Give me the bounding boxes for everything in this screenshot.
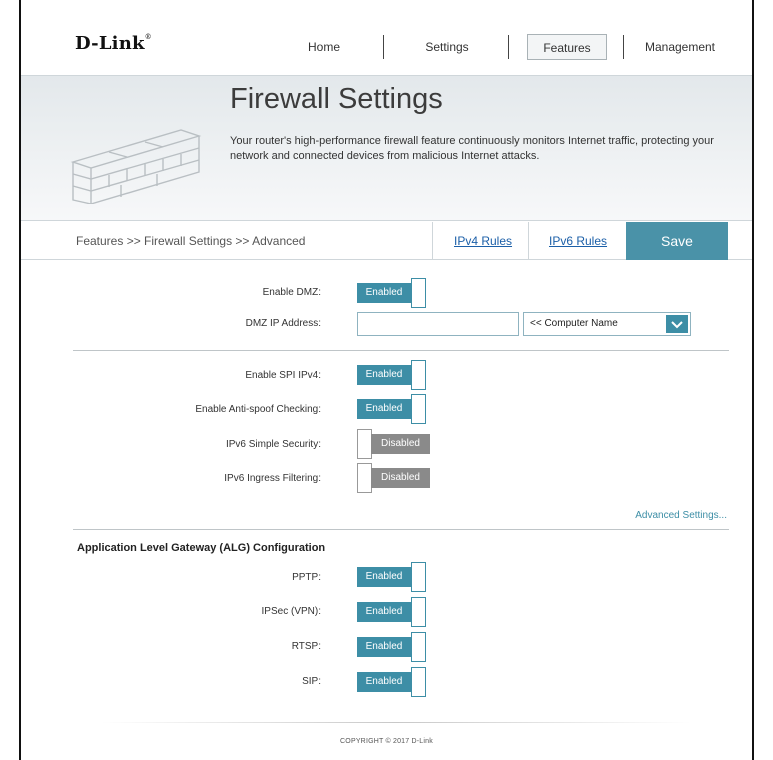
ipsec-toggle[interactable]: Enabled — [357, 597, 431, 627]
advanced-settings-link[interactable]: Advanced Settings... — [635, 510, 727, 521]
ipv6-ingress-label: IPv6 Ingress Filtering: — [224, 473, 321, 484]
toggle-knob — [411, 360, 426, 390]
toggle-state: Disabled — [371, 468, 430, 488]
enable-dmz-label: Enable DMZ: — [262, 287, 321, 298]
toggle-knob — [411, 278, 426, 308]
toggle-state: Enabled — [357, 399, 411, 419]
computer-name-select[interactable]: << Computer Name — [523, 312, 691, 336]
sip-label: SIP: — [302, 676, 321, 687]
section-divider — [73, 529, 729, 530]
footer-divider — [101, 722, 691, 723]
logo-text: D-Link — [75, 33, 145, 54]
spi-ipv4-toggle[interactable]: Enabled — [357, 360, 431, 390]
computer-name-value: << Computer Name — [530, 318, 618, 329]
page-title: Firewall Settings — [230, 83, 443, 115]
spi-ipv4-label: Enable SPI IPv4: — [245, 370, 321, 381]
dlink-logo: D-Link® — [75, 33, 152, 54]
toggle-knob — [411, 632, 426, 662]
toggle-state: Enabled — [357, 637, 411, 657]
toggle-knob — [411, 597, 426, 627]
top-nav-bar: D-Link® Home Settings Features Managemen… — [21, 0, 752, 76]
nav-management[interactable]: Management — [635, 34, 725, 60]
toggle-state: Enabled — [357, 365, 411, 385]
toggle-state: Enabled — [357, 283, 411, 303]
copyright-text: COPYRIGHT © 2017 D-Link — [340, 738, 433, 745]
nav-divider — [508, 35, 509, 59]
rtsp-toggle[interactable]: Enabled — [357, 632, 431, 662]
toggle-knob — [411, 394, 426, 424]
nav-settings[interactable]: Settings — [417, 34, 477, 60]
pptp-toggle[interactable]: Enabled — [357, 562, 431, 592]
anti-spoof-toggle[interactable]: Enabled — [357, 394, 431, 424]
toggle-knob — [411, 562, 426, 592]
breadcrumb-bar: Features >> Firewall Settings >> Advance… — [21, 220, 752, 260]
alg-section-title: Application Level Gateway (ALG) Configur… — [77, 542, 326, 554]
tab-divider — [528, 222, 529, 260]
page-banner: Firewall Settings Your router's high-per… — [21, 76, 752, 220]
toggle-knob — [411, 667, 426, 697]
tab-ipv4-rules[interactable]: IPv4 Rules — [454, 234, 512, 248]
tab-ipv6-rules[interactable]: IPv6 Rules — [549, 234, 607, 248]
ipv6-ingress-toggle[interactable]: Disabled — [357, 463, 431, 493]
sip-toggle[interactable]: Enabled — [357, 667, 431, 697]
nav-home[interactable]: Home — [299, 34, 349, 60]
nav-features[interactable]: Features — [527, 34, 607, 60]
toggle-state: Enabled — [357, 567, 411, 587]
toggle-state: Disabled — [371, 434, 430, 454]
dmz-ip-input[interactable] — [357, 312, 519, 336]
section-divider — [73, 350, 729, 351]
anti-spoof-label: Enable Anti-spoof Checking: — [195, 404, 321, 415]
enable-dmz-toggle[interactable]: Enabled — [357, 278, 431, 308]
ipv6-simple-security-toggle[interactable]: Disabled — [357, 429, 431, 459]
breadcrumb: Features >> Firewall Settings >> Advance… — [76, 234, 306, 248]
tab-divider — [432, 222, 433, 260]
chevron-down-icon — [671, 321, 683, 329]
ipsec-label: IPSec (VPN): — [261, 606, 321, 617]
dmz-ip-label: DMZ IP Address: — [245, 318, 321, 329]
page-description: Your router's high-performance firewall … — [230, 135, 714, 162]
save-button[interactable]: Save — [626, 222, 728, 260]
rtsp-label: RTSP: — [291, 641, 321, 652]
pptp-label: PPTP: — [292, 572, 321, 583]
nav-divider — [383, 35, 384, 59]
toggle-knob — [357, 463, 372, 493]
ipv6-simple-security-label: IPv6 Simple Security: — [225, 439, 321, 450]
dropdown-button[interactable] — [666, 315, 688, 333]
nav-divider — [623, 35, 624, 59]
toggle-state: Enabled — [357, 602, 411, 622]
toggle-knob — [357, 429, 372, 459]
toggle-state: Enabled — [357, 672, 411, 692]
logo-mark: ® — [144, 33, 152, 41]
firewall-brick-icon — [70, 129, 202, 204]
app-frame: D-Link® Home Settings Features Managemen… — [19, 0, 754, 760]
